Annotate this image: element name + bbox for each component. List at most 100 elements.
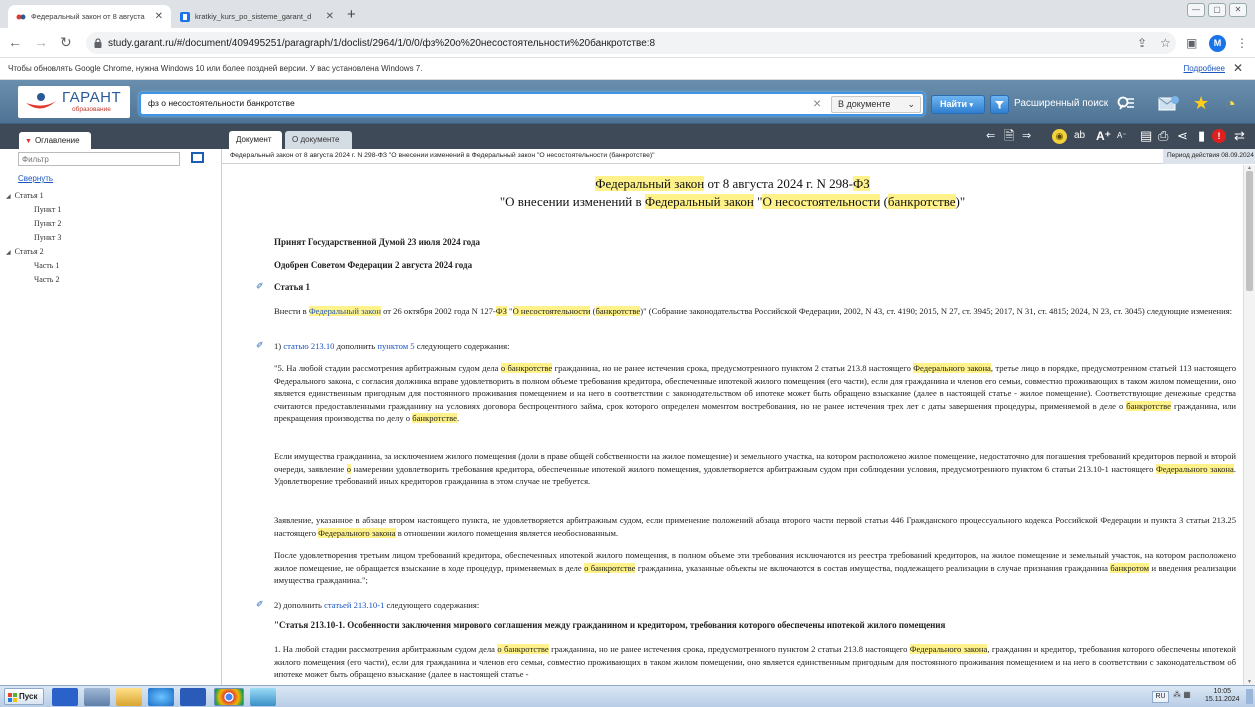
- toc-item-part-2[interactable]: Часть 2: [34, 275, 59, 284]
- advanced-search-icon[interactable]: [1117, 96, 1135, 112]
- title-text: "О внесении изменений в: [499, 194, 645, 209]
- start-button[interactable]: Пуск: [4, 688, 44, 705]
- spellcheck-icon[interactable]: ab: [1074, 127, 1085, 145]
- text: гражданина, указанные объекты не включаю…: [635, 562, 1111, 573]
- filter-panel-icon[interactable]: [191, 152, 204, 163]
- tray-icons[interactable]: ⁂ ▦: [1173, 690, 1191, 699]
- toc-sidebar: ▼Оглавление Свернуть ◢Статья 1 Пункт 1 П…: [0, 124, 222, 685]
- clock[interactable]: 10:05 15.11.2024: [1205, 688, 1240, 704]
- decrease-font-icon[interactable]: A⁻: [1117, 127, 1127, 145]
- history-icon[interactable]: ◔: [1225, 94, 1236, 114]
- toc-item-point-1[interactable]: Пункт 1: [34, 205, 61, 214]
- chrome-taskbar-icon[interactable]: [214, 688, 244, 706]
- word-taskbar-icon[interactable]: [180, 688, 206, 706]
- print-icon[interactable]: ⎙: [1158, 127, 1168, 145]
- pin-icon[interactable]: ✐: [256, 281, 264, 292]
- article-link[interactable]: статью 213.10: [283, 341, 334, 351]
- title-highlight: О несостоятельности: [762, 194, 881, 209]
- browser-tab[interactable]: kratkiy_kurs_po_sisteme_garant_d ✕: [172, 5, 342, 28]
- side-panel-icon[interactable]: ▣: [1186, 36, 1197, 50]
- reload-icon[interactable]: ↻: [60, 34, 72, 50]
- text: следующего содержания:: [414, 341, 510, 351]
- point-link[interactable]: пунктом 5: [377, 341, 414, 351]
- pin-icon[interactable]: ✐: [256, 340, 264, 351]
- law-link[interactable]: Федеральный закон: [308, 306, 381, 316]
- favorites-star-icon[interactable]: ★: [1193, 93, 1209, 113]
- tab-contents[interactable]: ▼ Оглавление: [19, 132, 91, 149]
- highlight: о банкротстве: [497, 644, 549, 654]
- mail-icon[interactable]: [1158, 95, 1180, 112]
- next-arrow-icon[interactable]: ⇒: [1022, 127, 1031, 145]
- profile-avatar[interactable]: M: [1209, 35, 1226, 52]
- new-tab-button[interactable]: +: [347, 7, 356, 22]
- toc-item-point-2[interactable]: Пункт 2: [34, 219, 61, 228]
- forward-arrow-icon[interactable]: →: [34, 34, 48, 50]
- toc-item-label: Часть 1: [34, 261, 60, 270]
- language-indicator[interactable]: RU: [1152, 691, 1169, 703]
- explorer-taskbar-icon[interactable]: [116, 688, 142, 706]
- minimize-button[interactable]: —: [1187, 3, 1205, 17]
- toc-item-part-1[interactable]: Часть 1: [34, 261, 59, 270]
- pin-icon[interactable]: ✐: [256, 599, 264, 610]
- close-tab-icon[interactable]: ✕: [149, 11, 163, 22]
- browser-tab-strip: Федеральный закон от 8 августа ✕ kratkiy…: [0, 0, 1255, 28]
- find-button[interactable]: Найти ▾: [931, 95, 985, 114]
- close-tab-icon[interactable]: ✕: [320, 11, 334, 22]
- browser-taskbar-icon[interactable]: [148, 688, 174, 706]
- url-text: study.garant.ru/#/document/409495251/par…: [108, 37, 656, 49]
- document-icon[interactable]: 🗎: [1004, 127, 1014, 145]
- address-bar[interactable]: study.garant.ru/#/document/409495251/par…: [86, 32, 1176, 54]
- search-input[interactable]: фз о несостоятельности банкротстве × В д…: [139, 92, 925, 116]
- compare-icon[interactable]: ⇄: [1234, 127, 1245, 145]
- maximize-button[interactable]: ▢: [1208, 3, 1226, 17]
- article-link[interactable]: статьей 213.10-1: [324, 600, 384, 610]
- toc-filter-input[interactable]: [18, 152, 180, 166]
- menu-kebab-icon[interactable]: ⋮: [1236, 36, 1248, 50]
- filter-button[interactable]: [990, 95, 1009, 114]
- adopted-line: Принят Государственной Думой 23 июля 202…: [274, 237, 480, 247]
- app-taskbar-icon[interactable]: [250, 688, 276, 706]
- back-arrow-icon[interactable]: ←: [8, 34, 22, 50]
- point-5-paragraph: "5. На любой стадии рассмотрения арбитра…: [274, 362, 1236, 425]
- browser-tab-active[interactable]: Федеральный закон от 8 августа ✕: [8, 5, 171, 28]
- tab-label: kratkiy_kurs_po_sisteme_garant_d: [195, 12, 312, 21]
- text: следующего содержания:: [384, 600, 480, 610]
- sidebar-tab-bar: ▼ Оглавление: [0, 124, 222, 149]
- show-desktop-button[interactable]: [1246, 689, 1253, 704]
- bookmark-icon[interactable]: ▮: [1198, 127, 1205, 145]
- warning-icon[interactable]: !: [1212, 129, 1226, 143]
- toc-item-point-3[interactable]: Пункт 3: [34, 233, 61, 242]
- text: .: [456, 413, 460, 423]
- garant-logo[interactable]: ГАРАНТ образование: [18, 86, 130, 118]
- doc-title-line-1: Федеральный закон от 8 августа 2024 г. N…: [222, 176, 1243, 192]
- toc-item-article-2[interactable]: ◢ Статья 2: [6, 247, 44, 256]
- share-icon[interactable]: ⋖: [1177, 127, 1188, 145]
- advanced-search-link[interactable]: Расширенный поиск: [1014, 98, 1108, 109]
- close-infobar-icon[interactable]: ✕: [1233, 61, 1243, 75]
- clear-search-icon[interactable]: ×: [813, 95, 821, 111]
- bookmark-star-icon[interactable]: ☆: [1160, 36, 1171, 50]
- network-taskbar-icon[interactable]: [84, 688, 110, 706]
- text: дополнить: [334, 341, 378, 351]
- close-window-button[interactable]: ✕: [1229, 3, 1247, 17]
- reminder-icon[interactable]: ◉: [1052, 129, 1067, 144]
- title-text: от 8 августа 2024 г. N 298-: [704, 176, 853, 191]
- toc-item-label: Часть 2: [34, 275, 60, 284]
- garant-favicon-icon: [16, 14, 26, 19]
- browser-toolbar: ← → ↻ study.garant.ru/#/document/4094952…: [0, 28, 1255, 58]
- scroll-thumb[interactable]: [1246, 171, 1253, 291]
- collapse-link[interactable]: Свернуть: [18, 174, 53, 183]
- find-dropdown-icon: ▾: [969, 102, 974, 109]
- prev-arrow-icon[interactable]: ⇐: [986, 127, 995, 145]
- save-icon[interactable]: ▤: [1140, 127, 1152, 145]
- toc-item-article-1[interactable]: ◢ Статья 1: [6, 191, 44, 200]
- highlight: о банкротстве: [584, 562, 636, 573]
- increase-font-icon[interactable]: A⁺: [1096, 127, 1111, 145]
- powershell-taskbar-icon[interactable]: [52, 688, 78, 706]
- document-scrollbar[interactable]: ▲ ▼: [1243, 165, 1255, 685]
- validity-period-badge[interactable]: Период действия 08.09.2024 - ?: [1163, 149, 1255, 164]
- search-scope-select[interactable]: В документе ⌄: [831, 96, 921, 113]
- share-icon[interactable]: ⇪: [1137, 36, 1147, 50]
- info-more-link[interactable]: Подробнее: [1184, 64, 1226, 73]
- toc-item-label: Статья 2: [14, 247, 44, 256]
